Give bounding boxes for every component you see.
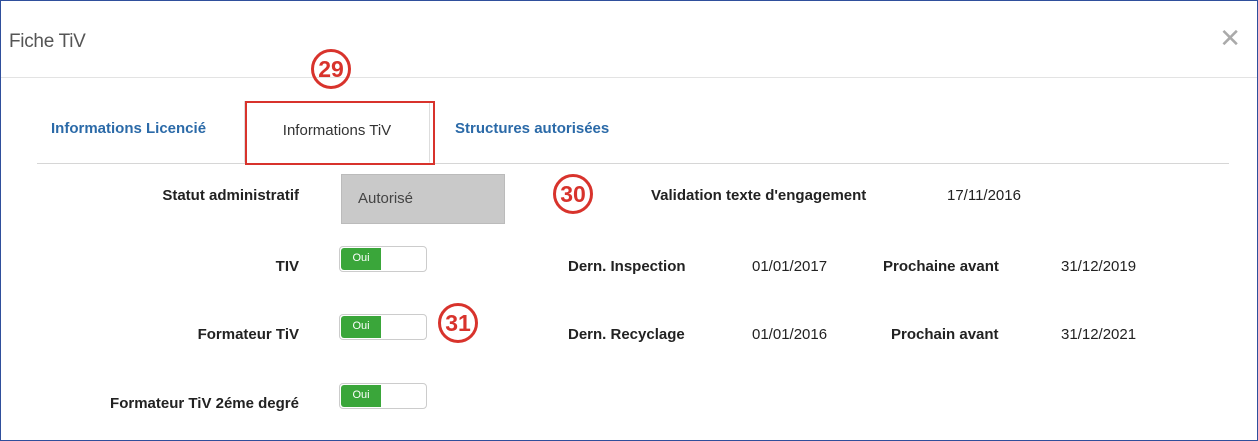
prochain-avant-value: 31/12/2021 <box>1061 326 1137 343</box>
toggle-on-label: Oui <box>341 316 381 338</box>
tab-label: Informations TiV <box>282 122 392 139</box>
prochaine-avant-label: Prochaine avant <box>883 258 999 275</box>
close-icon[interactable]: ✕ <box>1219 25 1241 51</box>
toggle-on-label: Oui <box>341 248 381 270</box>
tab-informations-licencie[interactable]: Informations Licencié <box>51 120 206 137</box>
dern-inspection-label: Dern. Inspection <box>568 258 686 275</box>
statut-administratif-field: Autorisé <box>341 174 505 224</box>
formateur-tiv-2-toggle[interactable]: Oui <box>339 383 427 409</box>
formateur-tiv-toggle[interactable]: Oui <box>339 314 427 340</box>
tiv-toggle[interactable]: Oui <box>339 246 427 272</box>
formateur-tiv-label: Formateur TiV <box>197 326 299 343</box>
annotation-30: 30 <box>553 174 593 214</box>
tab-bar: Informations Licencié Informations TiV S… <box>37 101 1229 164</box>
annotation-31: 31 <box>438 303 478 343</box>
annotation-29: 29 <box>311 49 351 89</box>
statut-value: Autorisé <box>358 190 414 207</box>
tab-structures-autorisees[interactable]: Structures autorisées <box>455 120 609 137</box>
tiv-label: TIV <box>275 258 299 275</box>
formateur-tiv-2-label: Formateur TiV 2éme degré <box>110 395 299 412</box>
modal: Fiche TiV ✕ Informations Licencié Inform… <box>0 0 1258 441</box>
dern-recyclage-label: Dern. Recyclage <box>568 326 685 343</box>
tab-informations-tiv[interactable]: Informations TiV <box>244 101 430 163</box>
validation-label: Validation texte d'engagement <box>651 187 867 204</box>
dern-inspection-value: 01/01/2017 <box>752 258 828 275</box>
prochain-avant-label: Prochain avant <box>891 326 999 343</box>
validation-value: 17/11/2016 <box>947 187 1021 204</box>
prochaine-avant-value: 31/12/2019 <box>1061 258 1137 275</box>
toggle-on-label: Oui <box>341 385 381 407</box>
dern-recyclage-value: 01/01/2016 <box>752 326 828 343</box>
statut-administratif-label: Statut administratif <box>162 187 299 204</box>
modal-header: Fiche TiV ✕ <box>1 1 1257 78</box>
modal-title: Fiche TiV <box>9 31 86 52</box>
